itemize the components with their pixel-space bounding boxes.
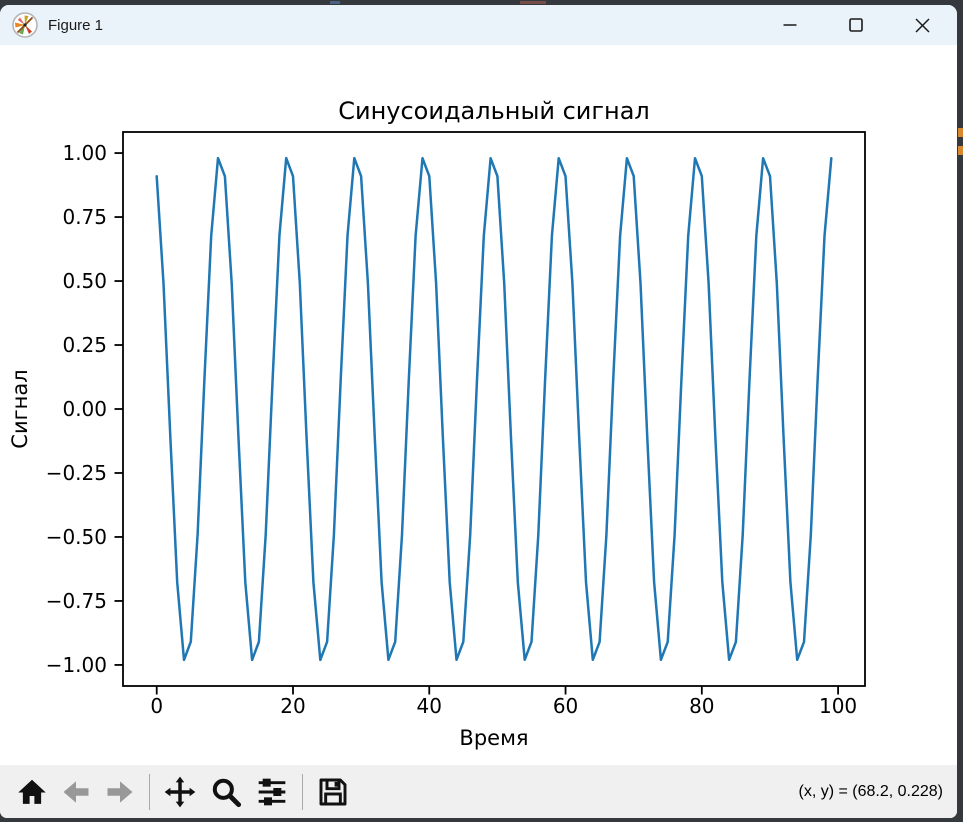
- y-tick-label: −0.25: [46, 461, 107, 485]
- x-axis-label: Время: [459, 726, 528, 750]
- cursor-coordinate-readout: (x, y) = (68.2, 0.228): [798, 783, 943, 801]
- window-controls: [757, 5, 957, 45]
- close-button[interactable]: [889, 5, 955, 45]
- toolbar-separator: [302, 774, 303, 810]
- signal-line: [157, 158, 832, 660]
- home-button[interactable]: [15, 775, 49, 809]
- plot: Синусоидальный сигнал 1.00 0.75 0.50 0.25 0.…: [0, 45, 957, 765]
- background-artifact: [330, 1, 340, 4]
- y-tick-label: 0.50: [62, 269, 107, 293]
- y-tick-label: 1.00: [62, 141, 107, 165]
- maximize-button[interactable]: [823, 5, 889, 45]
- pan-icon: [164, 776, 196, 808]
- save-button[interactable]: [315, 774, 351, 810]
- close-icon: [914, 17, 931, 34]
- y-tick-label: −0.50: [46, 525, 107, 549]
- x-tick-label: 80: [689, 694, 714, 718]
- navigation-toolbar: (x, y) = (68.2, 0.228): [0, 765, 957, 818]
- x-tick-label: 20: [280, 694, 305, 718]
- window-titlebar[interactable]: Figure 1: [0, 5, 957, 45]
- save-icon: [317, 776, 349, 808]
- sliders-icon: [256, 776, 288, 808]
- zoom-button[interactable]: [208, 774, 244, 810]
- background-artifact: [958, 128, 963, 137]
- figure-window: Figure 1 Синусоидальный сигн: [0, 5, 957, 818]
- minimize-icon: [782, 17, 798, 33]
- y-tick-label: −1.00: [46, 653, 107, 677]
- y-axis-label: Сигнал: [8, 369, 32, 448]
- pan-button[interactable]: [162, 774, 198, 810]
- x-tick-label: 100: [819, 694, 857, 718]
- x-axis-ticks: 0 20 40 60 80 100: [150, 686, 857, 718]
- minimize-button[interactable]: [757, 5, 823, 45]
- matplotlib-logo-icon: [12, 12, 38, 38]
- maximize-icon: [848, 17, 864, 33]
- forward-arrow-icon: [105, 777, 135, 807]
- window-title: Figure 1: [48, 17, 103, 34]
- toolbar-separator: [149, 774, 150, 810]
- magnifier-icon: [210, 776, 242, 808]
- configure-subplots-button[interactable]: [254, 774, 290, 810]
- home-icon: [17, 777, 47, 807]
- x-tick-label: 0: [150, 694, 163, 718]
- axes-frame: [123, 132, 865, 686]
- plot-title: Синусоидальный сигнал: [338, 97, 650, 125]
- y-tick-label: 0.25: [62, 333, 107, 357]
- y-tick-label: 0.00: [62, 397, 107, 421]
- forward-button[interactable]: [103, 775, 137, 809]
- figure-canvas[interactable]: Синусоидальный сигнал 1.00 0.75 0.50 0.25 0.…: [0, 45, 957, 765]
- y-axis-ticks: 1.00 0.75 0.50 0.25 0.00 −0.25 −0.50 −0.75 −1.00: [46, 141, 123, 677]
- back-arrow-icon: [61, 777, 91, 807]
- y-tick-label: −0.75: [46, 589, 107, 613]
- y-tick-label: 0.75: [62, 205, 107, 229]
- x-tick-label: 60: [553, 694, 578, 718]
- background-artifact: [520, 1, 546, 4]
- x-tick-label: 40: [417, 694, 442, 718]
- background-artifact: [958, 146, 963, 155]
- back-button[interactable]: [59, 775, 93, 809]
